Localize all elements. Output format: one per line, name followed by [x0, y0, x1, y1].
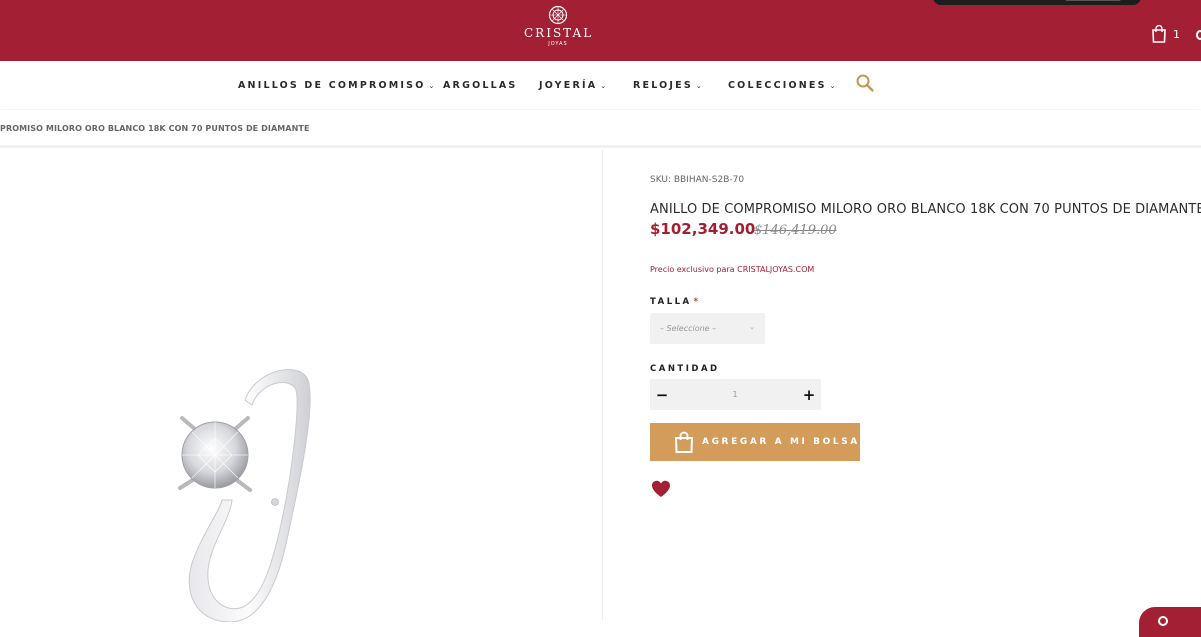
- quantity-increment-button[interactable]: +: [797, 379, 821, 410]
- add-to-bag-button[interactable]: AGREGAR A MI BOLSA: [650, 423, 860, 461]
- nav-item-colecciones[interactable]: COLECCIONES ⌄: [728, 80, 838, 91]
- nav-item-label: RELOJES: [633, 80, 693, 91]
- product-title: ANILLO DE COMPROMISO MILORO ORO BLANCO 1…: [650, 202, 1201, 217]
- nav-item-label: ANILLOS DE COMPROMISO: [238, 80, 426, 91]
- quantity-stepper: − +: [650, 379, 821, 410]
- heart-icon[interactable]: [651, 480, 671, 498]
- column-divider: [602, 150, 603, 620]
- quantity-input[interactable]: [690, 379, 780, 410]
- size-select-value: – Seleccione –: [660, 324, 717, 333]
- breadcrumb[interactable]: PROMISO MILORO ORO BLANCO 18K CON 70 PUN…: [0, 124, 310, 133]
- chevron-down-icon: ⌄: [428, 81, 437, 90]
- brand-logo[interactable]: CRISTAL JOYAS: [524, 5, 592, 51]
- user-account-icon[interactable]: [1196, 30, 1201, 40]
- product-image-ring[interactable]: [150, 360, 330, 622]
- nav-item-argollas[interactable]: ARGOLLAS: [443, 80, 517, 91]
- product-sku: SKU: BBIHAN-S2B-70: [650, 175, 745, 185]
- required-mark: *: [693, 297, 701, 307]
- brand-name: CRISTAL: [524, 26, 594, 40]
- brand-subtitle: JOYAS: [548, 41, 568, 47]
- product-old-price: $146,419.00: [754, 223, 837, 238]
- chevron-down-icon: ⌄: [749, 323, 755, 331]
- nav-item-label: ARGOLLAS: [443, 80, 518, 91]
- size-label: TALLA *: [650, 297, 701, 307]
- browser-overlay-widget: [933, 0, 1141, 5]
- nav-item-anillos-de-compromiso[interactable]: ANILLOS DE COMPROMISO ⌄: [238, 80, 437, 91]
- search-icon[interactable]: [856, 74, 874, 92]
- overlay-widget-bar: [1065, 0, 1121, 1]
- product-price: $102,349.00: [650, 220, 756, 238]
- size-label-text: TALLA: [650, 297, 692, 307]
- nav-item-label: COLECCIONES: [728, 80, 827, 91]
- quantity-label: CANTIDAD: [650, 364, 720, 374]
- shopping-bag-icon: [1152, 25, 1166, 43]
- nav-item-joyeria[interactable]: JOYERÍA ⌄: [539, 80, 608, 91]
- chat-icon: [1158, 616, 1168, 626]
- chevron-down-icon: ⌄: [600, 81, 609, 90]
- size-select[interactable]: – Seleccione – ⌄: [650, 313, 765, 344]
- cart-button[interactable]: 1: [1151, 25, 1180, 43]
- top-header-bar: CRISTAL JOYAS 1: [0, 0, 1201, 61]
- nav-item-label: JOYERÍA: [539, 80, 598, 91]
- add-to-bag-label: AGREGAR A MI BOLSA: [702, 437, 860, 447]
- exclusive-price-note: Precio exclusivo para CRISTALJOYAS.COM: [650, 265, 815, 274]
- nav-item-relojes[interactable]: RELOJES ⌄: [633, 80, 704, 91]
- shopping-bag-icon: [674, 431, 694, 453]
- gem-logo-icon: [548, 5, 568, 25]
- chevron-down-icon: ⌄: [695, 81, 704, 90]
- main-navigation: ANILLOS DE COMPROMISO ⌄ ARGOLLAS JOYERÍA…: [0, 61, 1201, 109]
- chevron-down-icon: ⌄: [829, 81, 838, 90]
- cart-count: 1: [1173, 27, 1180, 41]
- breadcrumb-bar: PROMISO MILORO ORO BLANCO 18K CON 70 PUN…: [0, 110, 1201, 148]
- quantity-decrement-button[interactable]: −: [650, 379, 674, 410]
- chat-widget-button[interactable]: [1139, 607, 1201, 637]
